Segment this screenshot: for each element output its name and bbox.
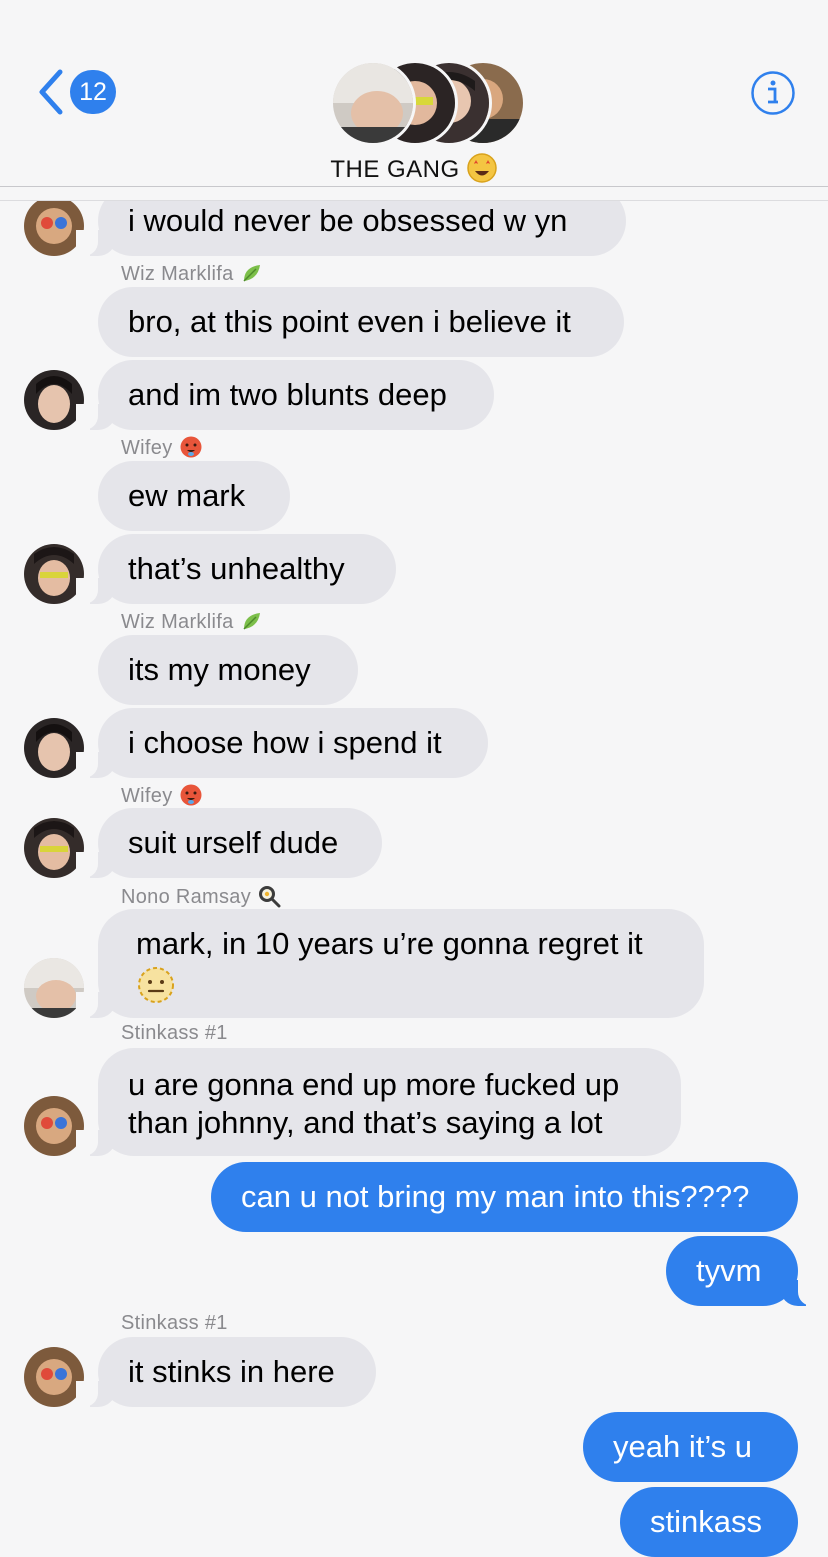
unread-count-badge: 12 [70, 70, 116, 114]
avatar[interactable] [24, 544, 84, 604]
sender-name-text: Wiz Marklifa [121, 263, 234, 285]
sent-message-bubble[interactable]: yeah it’s u [583, 1412, 798, 1482]
info-button[interactable] [750, 70, 796, 116]
sender-name: Wiz Marklifa [121, 261, 264, 286]
group-title-text: THE GANG [330, 156, 460, 183]
sender-name-text: Wifey [121, 785, 173, 807]
group-title[interactable]: THE GANG [0, 152, 828, 184]
frying-pan-emoji-icon [257, 884, 281, 908]
header-divider [0, 186, 828, 187]
message-text: mark, in 10 years u’re gonna regret it [136, 926, 643, 961]
sender-name: Wifey [121, 783, 203, 808]
avatar[interactable] [24, 1347, 84, 1407]
sender-name-text: Wifey [121, 437, 173, 459]
sender-name: Wifey [121, 435, 203, 460]
message-bubble[interactable]: bro, at this point even i believe it [98, 287, 624, 357]
sender-name: Wiz Marklifa [121, 609, 264, 634]
group-avatar-stack[interactable] [330, 60, 526, 146]
sender-name-text: Stinkass #1 [121, 1022, 228, 1044]
sender-name-text: Nono Ramsay [121, 886, 252, 908]
message-text-line-1: u are gonna end up more fucked up [128, 1067, 620, 1102]
info-icon [751, 71, 795, 115]
sent-message-bubble[interactable]: stinkass [620, 1487, 798, 1557]
message-bubble[interactable]: its my money [98, 635, 358, 705]
leaf-emoji-icon [240, 261, 264, 285]
message-bubble[interactable]: i choose how i spend it [76, 708, 488, 778]
message-bubble[interactable]: ew mark [98, 461, 290, 531]
sender-name: Stinkass #1 [121, 1312, 228, 1335]
message-bubble[interactable]: and im two blunts deep [76, 360, 494, 430]
avatar[interactable] [24, 196, 84, 256]
sent-message-bubble[interactable]: tyvm [666, 1236, 820, 1306]
sender-name-text: Stinkass #1 [121, 1312, 228, 1334]
sent-message-bubble[interactable]: can u not bring my man into this???? [211, 1162, 798, 1232]
sender-name-text: Wiz Marklifa [121, 611, 234, 633]
message-bubble[interactable]: mark, in 10 years u’re gonna regret it [76, 909, 704, 1018]
sender-name: Stinkass #1 [121, 1022, 228, 1045]
avatar[interactable] [24, 370, 84, 430]
message-bubble[interactable]: suit urself dude [76, 808, 382, 878]
chevron-left-icon [39, 69, 63, 115]
sender-name: Nono Ramsay [121, 884, 281, 909]
message-text-line-2: than johnny, and that’s saying a lot [128, 1105, 603, 1140]
group-avatar-1 [330, 60, 416, 146]
back-button[interactable]: 12 [36, 68, 120, 116]
conversation-header: 12 THE GANG [0, 0, 828, 187]
message-bubble[interactable]: that’s unhealthy [76, 534, 396, 604]
leaf-emoji-icon [240, 609, 264, 633]
avatar[interactable] [24, 958, 84, 1018]
avatar[interactable] [24, 718, 84, 778]
message-bubble[interactable]: it stinks in here [76, 1337, 376, 1407]
hot-face-emoji-icon [179, 435, 203, 459]
dotted-line-face-emoji-icon [136, 965, 674, 1014]
hot-face-emoji-icon [179, 783, 203, 807]
avatar[interactable] [24, 1096, 84, 1156]
avatar[interactable] [24, 818, 84, 878]
star-struck-emoji-icon [466, 152, 498, 184]
message-bubble[interactable]: u are gonna end up more fucked up than j… [76, 1048, 681, 1156]
